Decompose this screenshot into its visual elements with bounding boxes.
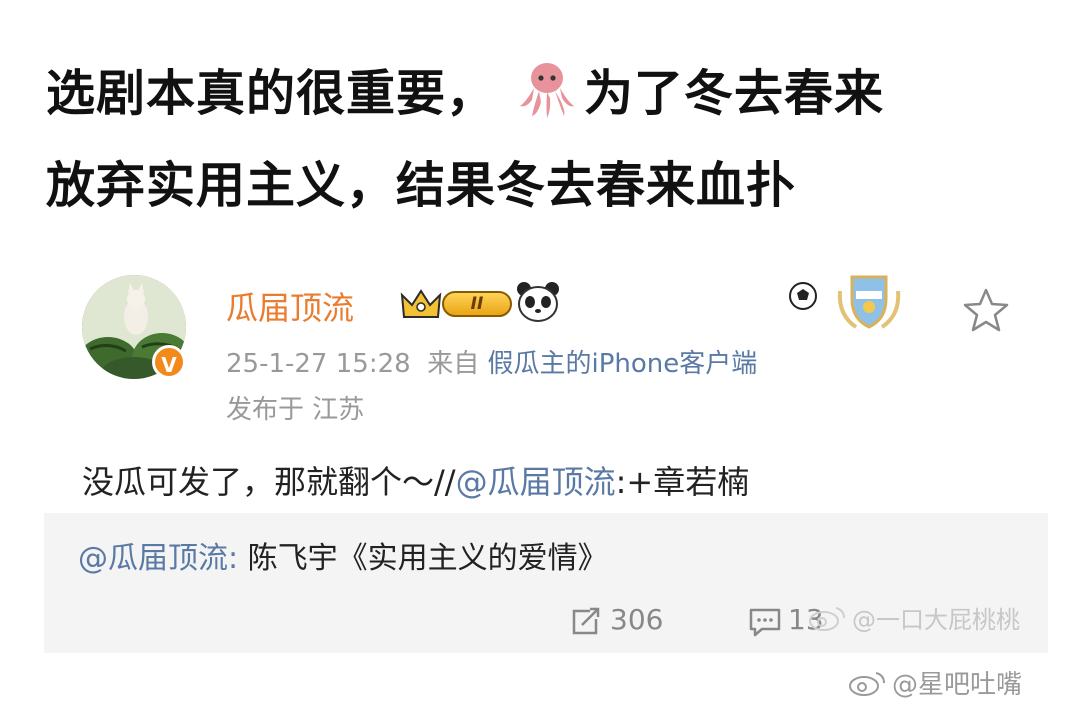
content-text: 没瓜可发了，那就翻个～// [82, 463, 456, 501]
comment-icon[interactable] [748, 607, 782, 637]
username[interactable]: 瓜届顶流 [226, 283, 354, 329]
verified-badge: V [152, 345, 186, 379]
weibo-logo-icon [809, 607, 845, 631]
star-icon[interactable] [962, 287, 1010, 333]
location: 发布于 江苏 [226, 395, 365, 425]
watermark-inner: @一口大屁桃桃 [808, 600, 1020, 635]
post-content: 没瓜可发了，那就翻个～//@瓜届顶流:+章若楠 [82, 457, 749, 503]
crown-icon [400, 289, 442, 318]
repost-icon[interactable] [570, 607, 602, 637]
quote-text: @瓜届顶流: 陈飞宇《实用主义的爱情》 [78, 533, 608, 577]
weibo-post-card: V 瓜届顶流 II 25-1-27 15:28 来自 假瓜主的iPhone客户端… [44, 263, 1048, 653]
repost-count: 306 [610, 603, 664, 636]
headline: 选剧本真的很重要， 为了冬去春来 放弃实用主义，结果冬去春来血扑 [46, 48, 1056, 232]
timestamp: 25-1-27 15:28 [226, 349, 411, 379]
headline-line-1: 选剧本真的很重要， 为了冬去春来 [46, 48, 1056, 140]
headline-line-1-end: 为了冬去春来 [584, 65, 885, 122]
post-meta: 25-1-27 15:28 来自 假瓜主的iPhone客户端 [226, 343, 757, 380]
weibo-logo-icon [849, 672, 885, 696]
source-prefix: 来自 [427, 349, 480, 379]
content-mention[interactable]: @瓜届顶流 [456, 463, 616, 501]
quote-mention[interactable]: @瓜届顶流: [78, 541, 238, 576]
watermark-outer: @星吧吐嘴 [848, 664, 1022, 701]
quote-body: 陈飞宇《实用主义的爱情》 [238, 541, 608, 576]
soccer-icon [789, 282, 817, 310]
headline-line-2: 放弃实用主义，结果冬去春来血扑 [46, 157, 797, 214]
headline-line-1-start: 选剧本真的很重要， [46, 65, 497, 122]
level-badge: II [442, 291, 512, 317]
panda-icon [517, 282, 559, 322]
content-tail: :+章若楠 [615, 463, 750, 501]
medal-icon [837, 275, 901, 329]
watermark-outer-text: @星吧吐嘴 [892, 670, 1023, 700]
watermark-inner-text: @一口大屁桃桃 [852, 606, 1020, 634]
octopus-emoji-icon [520, 63, 575, 118]
source-client[interactable]: 假瓜主的iPhone客户端 [487, 349, 757, 379]
